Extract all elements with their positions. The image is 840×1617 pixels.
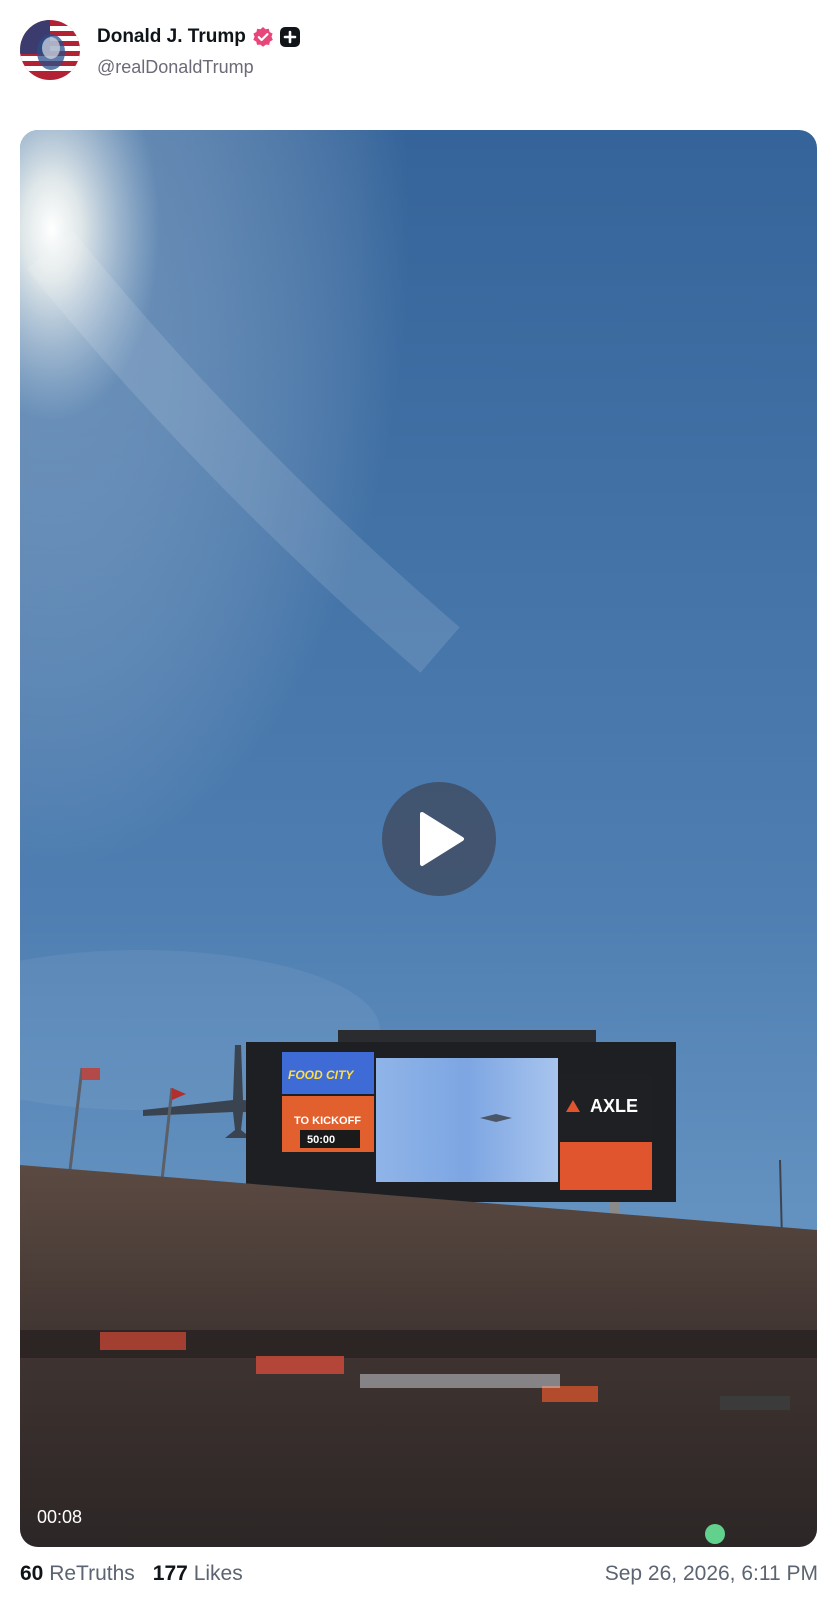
likes-stat[interactable]: 177 Likes [153, 1562, 243, 1586]
post-timestamp[interactable]: Sep 26, 2026, 6:11 PM [605, 1562, 818, 1586]
name-row: Donald J. Trump [97, 26, 300, 48]
retruths-stat[interactable]: 60 ReTruths [20, 1562, 135, 1586]
verified-badge-icon [252, 26, 274, 48]
display-name[interactable]: Donald J. Trump [97, 26, 246, 48]
likes-label: Likes [193, 1562, 243, 1585]
plus-badge-icon [279, 27, 300, 47]
likes-count: 177 [152, 1562, 188, 1585]
retruths-label: ReTruths [49, 1562, 135, 1585]
video-duration: 00:08 [37, 1507, 83, 1527]
play-icon [420, 812, 464, 866]
user-handle[interactable]: @realDonaldTrump [97, 57, 254, 78]
scoreboard-food-city: FOOD CITY [288, 1068, 354, 1082]
video-player[interactable]: FOOD CITY TO KICKOFF 50:00 AXLE 00:08 [20, 130, 817, 1547]
post-header: Donald J. Trump @realDonaldTrump [20, 20, 820, 80]
play-button[interactable] [382, 782, 496, 896]
scoreboard-clock: 50:00 [307, 1134, 335, 1146]
post-stats: 60 ReTruths 177 Likes [20, 1562, 243, 1586]
scoreboard-kickoff: TO KICKOFF [294, 1115, 361, 1127]
scoreboard-brand: AXLE [590, 1096, 638, 1116]
retruths-count: 60 [20, 1562, 44, 1585]
avatar[interactable] [20, 20, 80, 80]
